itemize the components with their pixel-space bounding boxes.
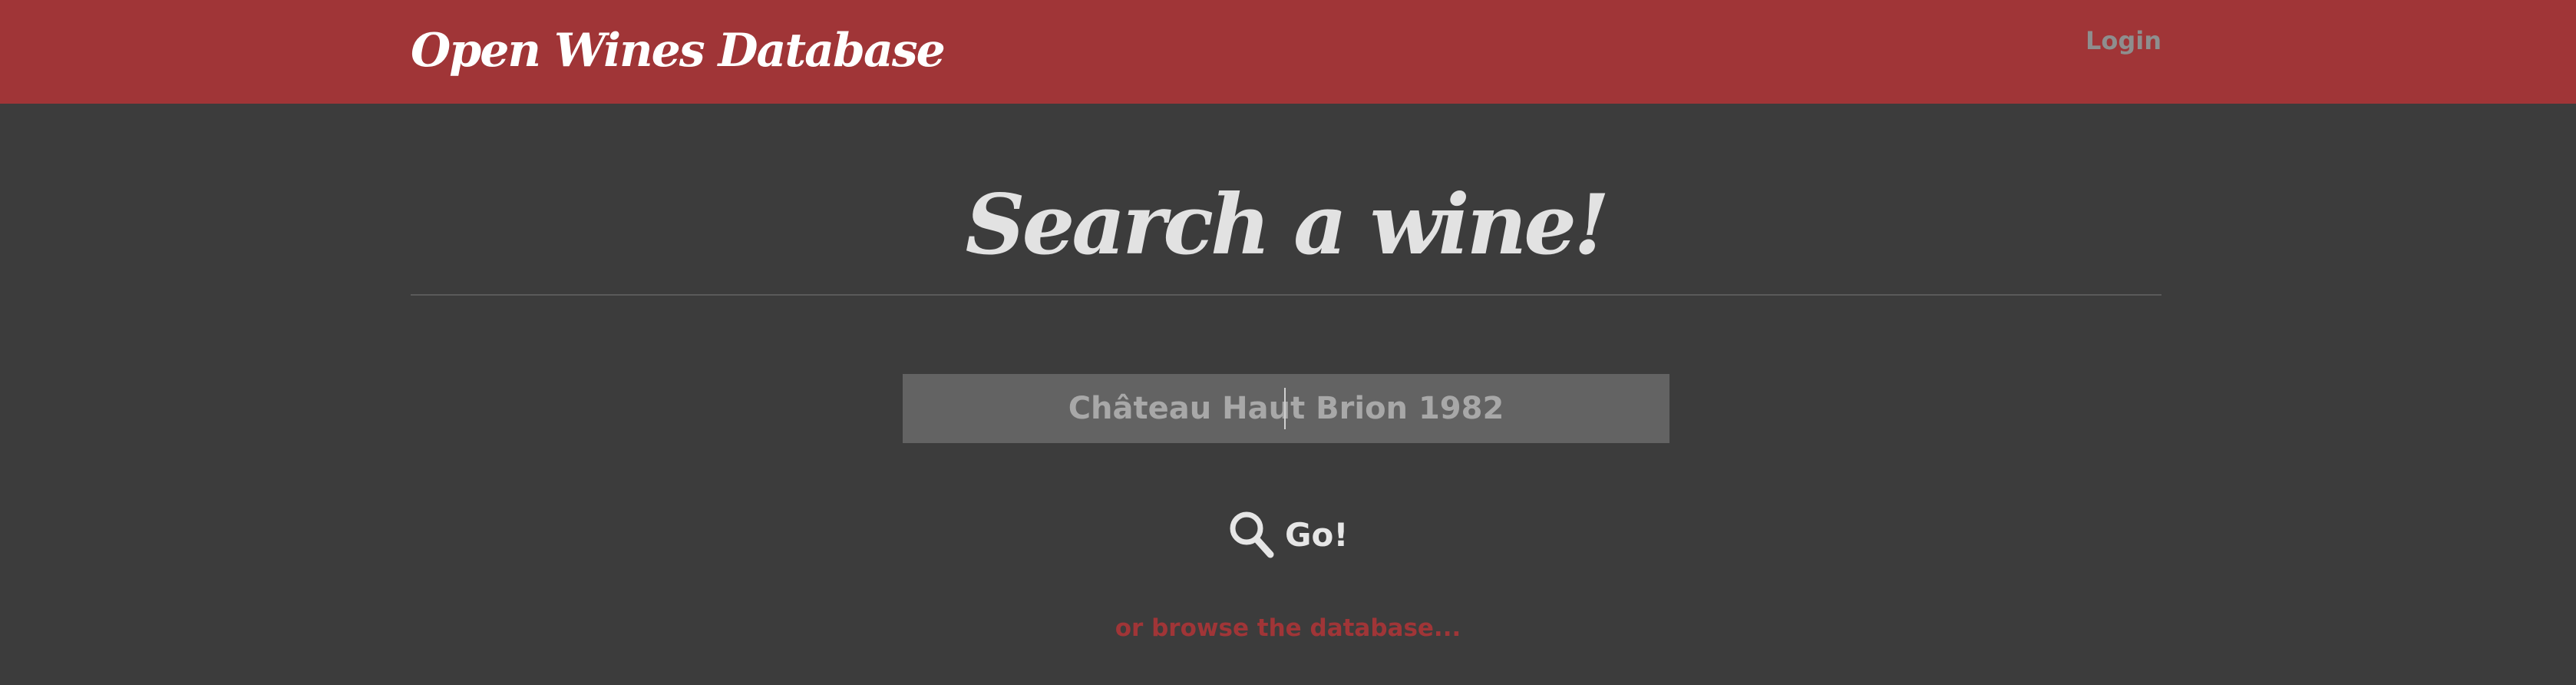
login-link[interactable]: Login: [2086, 22, 2162, 60]
page-title: Search a wine!: [965, 177, 1610, 273]
search-field[interactable]: [903, 374, 1669, 443]
title-divider: [411, 294, 2162, 296]
site-brand[interactable]: Open Wines Database: [411, 12, 946, 89]
browse-row: or browse the database...: [0, 609, 2576, 647]
search-input[interactable]: [903, 374, 1669, 443]
search-icon: [1230, 511, 1274, 558]
go-button-label: Go!: [1285, 515, 1349, 554]
top-navbar: Open Wines Database Login: [0, 0, 2576, 104]
go-button[interactable]: Go!: [1228, 510, 1348, 559]
browse-database-link[interactable]: or browse the database...: [1115, 614, 1461, 642]
text-cursor: [1284, 388, 1286, 429]
